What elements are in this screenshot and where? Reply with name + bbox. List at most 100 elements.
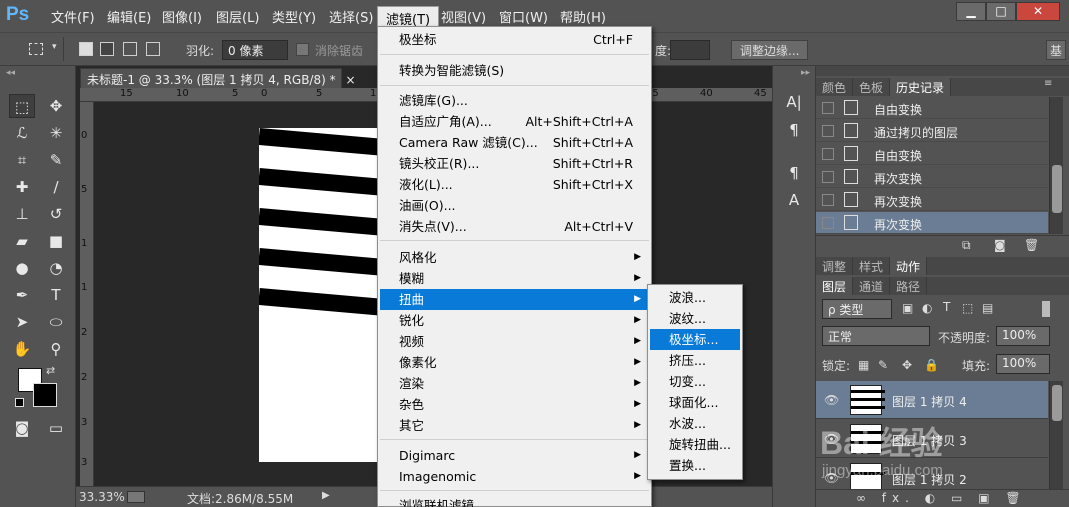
tab-layers[interactable]: 图层: [816, 277, 854, 295]
lock-position-icon[interactable]: ✥: [902, 358, 912, 372]
menu-item-oil-paint[interactable]: 油画(O)...: [380, 195, 649, 216]
move-tool-icon[interactable]: ✥: [43, 94, 69, 118]
dodge-tool-icon[interactable]: ◔: [43, 256, 69, 280]
history-row-selected[interactable]: 再次变换: [816, 212, 1048, 234]
menu-item-noise[interactable]: 杂色 ▶: [380, 394, 649, 415]
history-row[interactable]: 再次变换: [816, 166, 1048, 188]
zoom-tool-icon[interactable]: ⚲: [43, 337, 69, 361]
submenu-item-twirl[interactable]: 旋转扭曲...: [650, 434, 740, 455]
height-input[interactable]: [670, 40, 710, 60]
tab-color[interactable]: 颜色: [816, 78, 854, 96]
close-icon[interactable]: ✕: [1016, 2, 1060, 21]
filter-type-icon[interactable]: T: [943, 300, 950, 314]
tab-close-icon[interactable]: ×: [345, 73, 355, 87]
submenu-item-displace[interactable]: 置换...: [650, 455, 740, 476]
collapse-icon[interactable]: ◂◂: [6, 68, 15, 78]
submenu-item-wave[interactable]: 波浪...: [650, 287, 740, 308]
menu-item-liquify[interactable]: 液化(L)... Shift+Ctrl+X: [380, 174, 649, 195]
submenu-item-shear[interactable]: 切变...: [650, 371, 740, 392]
menu-item-camera-raw[interactable]: Camera Raw 滤镜(C)... Shift+Ctrl+A: [380, 132, 649, 153]
crop-tool-icon[interactable]: ⌗: [9, 148, 35, 172]
tab-paths[interactable]: 路径: [890, 277, 928, 295]
path-select-icon[interactable]: ➤: [9, 310, 35, 334]
submenu-item-spherize[interactable]: 球面化...: [650, 392, 740, 413]
history-row[interactable]: 通过拷贝的图层: [816, 120, 1048, 142]
layer-filter-select[interactable]: ρ 类型: [822, 299, 892, 319]
tab-actions[interactable]: 动作: [890, 257, 928, 275]
gradient-tool-icon[interactable]: ■: [43, 229, 69, 253]
tab-styles[interactable]: 样式: [853, 257, 891, 275]
menu-item-adaptive-wide[interactable]: 自适应广角(A)... Alt+Shift+Ctrl+A: [380, 111, 649, 132]
menu-layer[interactable]: 图层(L): [216, 7, 259, 26]
scroll-thumb[interactable]: [1052, 385, 1062, 421]
layer-row-selected[interactable]: 👁 图层 1 拷贝 4: [816, 381, 1048, 419]
menu-window[interactable]: 窗口(W): [499, 7, 548, 26]
new-selection-icon[interactable]: [79, 42, 93, 56]
magic-wand-icon[interactable]: ✳: [43, 121, 69, 145]
feather-input[interactable]: 0 像素: [222, 40, 288, 60]
menu-item-vanishing-point[interactable]: 消失点(V)... Alt+Ctrl+V: [380, 216, 649, 237]
eye-icon[interactable]: 👁: [824, 393, 839, 407]
menu-item-smart-filter[interactable]: 转换为智能滤镜(S): [380, 60, 649, 81]
character-panel-icon[interactable]: A|: [781, 90, 807, 114]
menu-file[interactable]: 文件(F): [51, 7, 95, 26]
history-checkbox[interactable]: [822, 194, 834, 206]
filter-image-icon[interactable]: ▣: [902, 301, 913, 315]
add-selection-icon[interactable]: [100, 42, 114, 56]
lock-all-icon[interactable]: 🔒: [924, 358, 939, 372]
menu-item-digimarc[interactable]: Digimarc ▶: [380, 445, 649, 466]
stamp-tool-icon[interactable]: ⊥: [9, 202, 35, 226]
paragraph-panel-icon[interactable]: ¶: [781, 118, 807, 142]
default-colors-icon[interactable]: [15, 398, 24, 407]
tab-channels[interactable]: 通道: [853, 277, 891, 295]
lock-transparency-icon[interactable]: ▦: [858, 358, 869, 372]
antialias-checkbox[interactable]: [296, 43, 309, 56]
refine-edge-button[interactable]: 调整边缘...: [731, 40, 809, 60]
history-row[interactable]: 自由变换: [816, 143, 1048, 165]
history-checkbox[interactable]: [822, 102, 834, 114]
history-brush-icon[interactable]: ↺: [43, 202, 69, 226]
menu-item-video[interactable]: 视频 ▶: [380, 331, 649, 352]
menu-item-blur[interactable]: 模糊 ▶: [380, 268, 649, 289]
menu-select[interactable]: 选择(S): [329, 7, 373, 26]
layers-scrollbar[interactable]: [1049, 381, 1063, 489]
filter-toggle[interactable]: [1042, 301, 1050, 317]
trash-icon[interactable]: 🗑: [1024, 238, 1039, 252]
layer-actions-icons[interactable]: ∞ fx. ◐ ▭ ▣ 🗑: [856, 491, 1027, 505]
intersect-selection-icon[interactable]: [146, 42, 160, 56]
menu-item-filter-gallery[interactable]: 滤镜库(G)...: [380, 90, 649, 111]
filter-shape-icon[interactable]: ⬚: [962, 301, 973, 315]
filter-smart-icon[interactable]: ▤: [982, 301, 993, 315]
menu-type[interactable]: 类型(Y): [272, 7, 316, 26]
workspace-button[interactable]: 基: [1046, 40, 1066, 60]
history-checkbox[interactable]: [822, 125, 834, 137]
history-checkbox[interactable]: [822, 171, 834, 183]
maximize-icon[interactable]: □: [986, 2, 1016, 21]
tab-swatches[interactable]: 色板: [853, 78, 891, 96]
menu-item-distort[interactable]: 扭曲 ▶: [380, 289, 649, 310]
menu-item-stylize[interactable]: 风格化 ▶: [380, 247, 649, 268]
menu-help[interactable]: 帮助(H): [560, 7, 606, 26]
submenu-item-ripple[interactable]: 波纹...: [650, 308, 740, 329]
lasso-tool-icon[interactable]: ℒ: [9, 121, 35, 145]
menu-item-pixelate[interactable]: 像素化 ▶: [380, 352, 649, 373]
ellipse-tool-icon[interactable]: ⬭: [43, 310, 69, 334]
history-row[interactable]: 再次变换: [816, 189, 1048, 211]
blur-tool-icon[interactable]: ●: [9, 256, 35, 280]
blend-mode-select[interactable]: 正常: [822, 326, 930, 346]
menu-item-polar-last[interactable]: 极坐标 Ctrl+F: [380, 29, 649, 50]
fill-input[interactable]: 100%: [996, 354, 1050, 374]
marquee-tool-icon[interactable]: ⬚: [9, 94, 35, 118]
lock-pixels-icon[interactable]: ✎: [878, 358, 888, 372]
healing-brush-icon[interactable]: ✚: [9, 175, 35, 199]
brush-tool-icon[interactable]: ∕: [43, 175, 69, 199]
quick-mask-icon[interactable]: ◙: [9, 416, 35, 440]
snapshot-icon[interactable]: ◙: [994, 238, 1006, 252]
history-checkbox[interactable]: [822, 148, 834, 160]
menu-item-lens-correction[interactable]: 镜头校正(R)... Shift+Ctrl+R: [380, 153, 649, 174]
tab-adjustments[interactable]: 调整: [816, 257, 854, 275]
menu-item-browse-online[interactable]: 浏览联机滤镜...: [380, 495, 649, 507]
swap-colors-icon[interactable]: ⇄: [46, 364, 55, 377]
submenu-item-pinch[interactable]: 挤压...: [650, 350, 740, 371]
screen-mode-icon[interactable]: ▭: [43, 416, 69, 440]
